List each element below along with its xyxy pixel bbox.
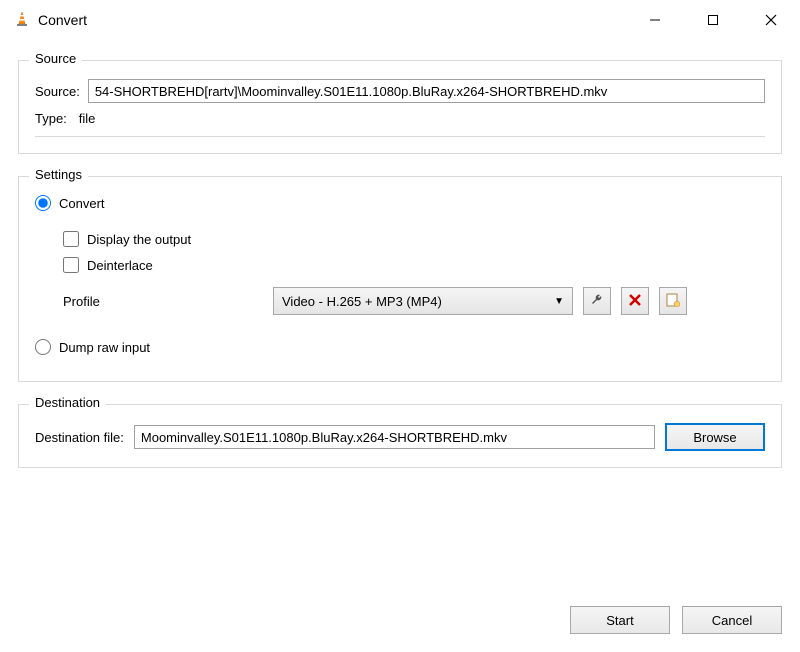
footer-buttons: Start Cancel bbox=[0, 606, 800, 652]
type-label: Type: bbox=[35, 111, 67, 126]
wrench-icon bbox=[590, 293, 604, 310]
source-group-title: Source bbox=[29, 51, 82, 66]
convert-window: Convert Source Source: Type: file bbox=[0, 0, 800, 652]
window-title: Convert bbox=[38, 12, 87, 28]
browse-button-label: Browse bbox=[693, 430, 736, 445]
delete-x-icon bbox=[629, 294, 641, 309]
new-profile-button[interactable] bbox=[659, 287, 687, 315]
display-output-checkbox[interactable] bbox=[63, 231, 79, 247]
vlc-icon bbox=[14, 11, 30, 30]
destination-group-title: Destination bbox=[29, 395, 106, 410]
delete-profile-button[interactable] bbox=[621, 287, 649, 315]
convert-radio[interactable] bbox=[35, 195, 51, 211]
chevron-down-icon: ▼ bbox=[554, 296, 564, 307]
destination-file-input[interactable] bbox=[134, 425, 655, 449]
content-area: Source Source: Type: file Settings Conve… bbox=[0, 40, 800, 606]
minimize-button[interactable] bbox=[626, 0, 684, 40]
maximize-button[interactable] bbox=[684, 0, 742, 40]
close-button[interactable] bbox=[742, 0, 800, 40]
dump-raw-label: Dump raw input bbox=[59, 340, 150, 355]
profile-value: Video - H.265 + MP3 (MP4) bbox=[282, 294, 442, 309]
destination-file-label: Destination file: bbox=[35, 430, 124, 445]
source-separator bbox=[35, 136, 765, 137]
source-label: Source: bbox=[35, 84, 80, 99]
cancel-button-label: Cancel bbox=[712, 613, 752, 628]
deinterlace-label: Deinterlace bbox=[87, 258, 153, 273]
display-output-label: Display the output bbox=[87, 232, 191, 247]
source-groupbox: Source Source: Type: file bbox=[18, 60, 782, 154]
destination-groupbox: Destination Destination file: Browse bbox=[18, 404, 782, 468]
cancel-button[interactable]: Cancel bbox=[682, 606, 782, 634]
browse-button[interactable]: Browse bbox=[665, 423, 765, 451]
convert-radio-label: Convert bbox=[59, 196, 105, 211]
start-button-label: Start bbox=[606, 613, 633, 628]
new-profile-icon bbox=[666, 293, 680, 310]
profile-label: Profile bbox=[63, 294, 263, 309]
window-controls bbox=[626, 0, 800, 40]
start-button[interactable]: Start bbox=[570, 606, 670, 634]
titlebar: Convert bbox=[0, 0, 800, 40]
dump-raw-radio[interactable] bbox=[35, 339, 51, 355]
settings-group-title: Settings bbox=[29, 167, 88, 182]
source-input[interactable] bbox=[88, 79, 765, 103]
edit-profile-button[interactable] bbox=[583, 287, 611, 315]
titlebar-left: Convert bbox=[14, 11, 87, 30]
type-value: file bbox=[75, 111, 96, 126]
deinterlace-checkbox[interactable] bbox=[63, 257, 79, 273]
profile-combobox[interactable]: Video - H.265 + MP3 (MP4) ▼ bbox=[273, 287, 573, 315]
settings-groupbox: Settings Convert Display the output Dein… bbox=[18, 176, 782, 382]
